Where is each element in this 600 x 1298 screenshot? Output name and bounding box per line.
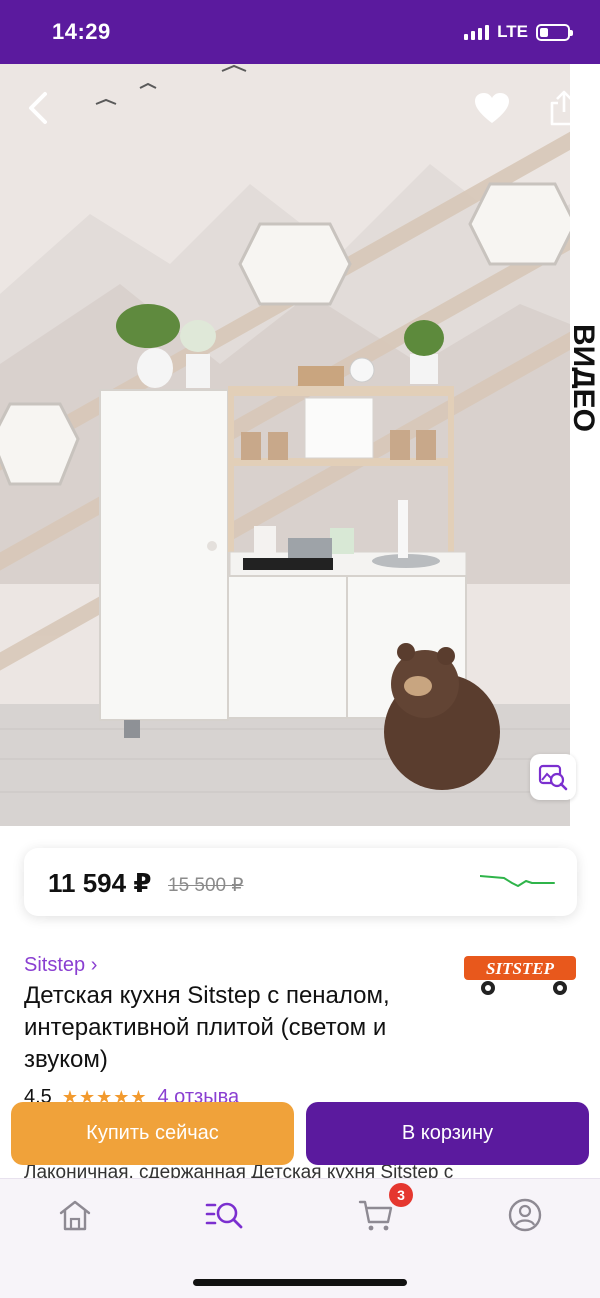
network-type: LTE [497,22,528,41]
tab-profile[interactable] [505,1195,545,1235]
description-text: Лаконичная, сдержанная Детская кухня Sit… [24,1164,454,1178]
svg-text:SITSTEP: SITSTEP [486,959,555,978]
catalog-search-icon [205,1202,243,1229]
back-button[interactable] [18,86,58,130]
status-bar: 14:29 LTE [0,0,600,64]
brand-link[interactable]: Sitstep › [24,954,97,977]
status-indicators: LTE [464,22,573,42]
tab-home[interactable] [55,1195,95,1235]
signal-icon [464,24,490,40]
favorite-button[interactable] [470,86,514,130]
home-icon [59,1200,91,1231]
old-price: 15 500 ₽ [168,875,244,896]
share-icon [550,90,578,126]
price-trend-chart [480,875,555,887]
current-price: 11 594 ₽ [48,868,152,898]
cart-count-badge: 3 [389,1183,413,1207]
cart-icon [358,1200,393,1231]
product-photo [0,64,600,826]
buy-now-button[interactable]: Купить сейчас [11,1102,294,1165]
description-preview: Лаконичная, сдержанная Детская кухня Sit… [24,1164,584,1178]
product-image-gallery[interactable]: ВИДЕО [0,64,600,826]
profile-icon [508,1198,542,1232]
home-indicator[interactable] [193,1279,407,1286]
chevron-left-icon [29,92,47,124]
video-label: ВИДЕО [572,324,600,432]
status-time: 14:29 [52,19,111,44]
battery-icon [536,23,573,41]
price-card[interactable]: 11 594 ₽ 15 500 ₽ [24,848,577,916]
add-to-cart-button[interactable]: В корзину [306,1102,589,1165]
heart-icon [475,93,509,123]
image-search-icon [538,764,568,791]
tab-catalog[interactable] [205,1195,245,1235]
share-button[interactable] [544,86,584,130]
product-title: Детская кухня Sitstep с пеналом, интерак… [24,982,390,1073]
visual-search-button[interactable] [530,754,576,800]
brand-logo[interactable]: SITSTEP [460,948,580,998]
video-label-strip: ВИДЕО [570,64,600,826]
